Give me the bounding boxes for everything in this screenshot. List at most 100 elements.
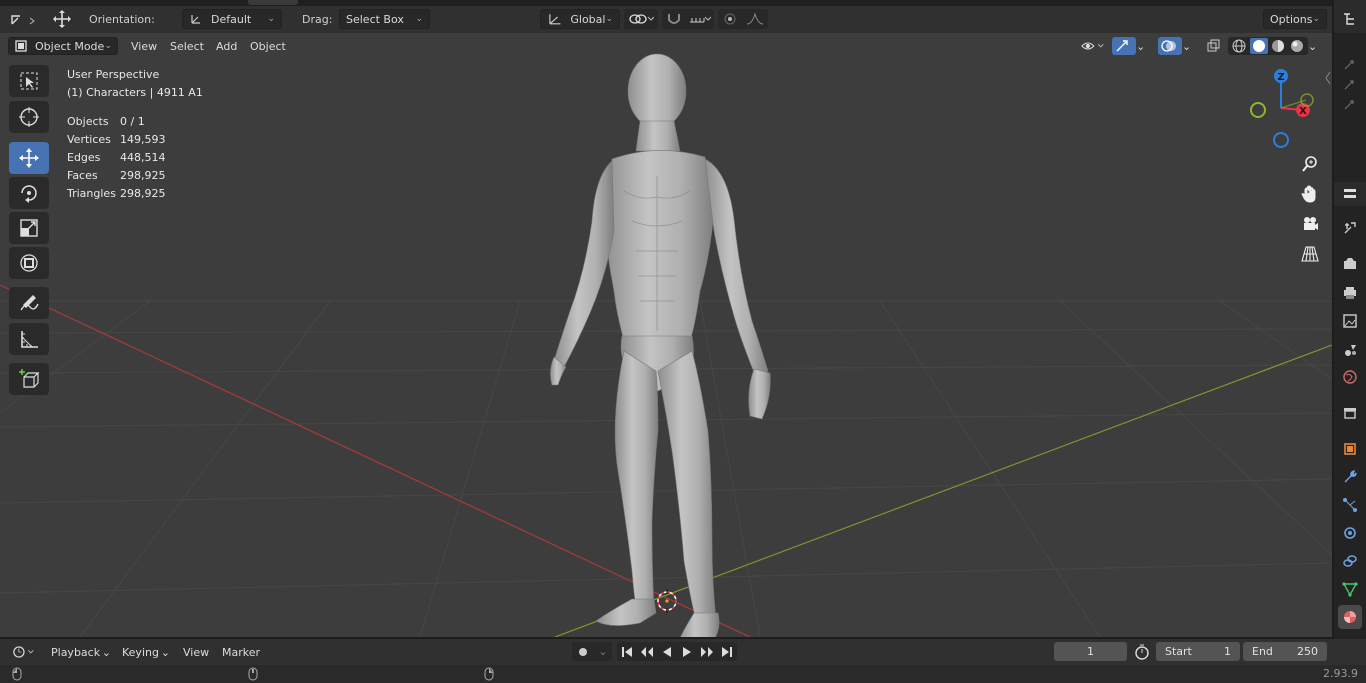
tab-data[interactable] (1338, 577, 1362, 601)
sidebar-toggle[interactable] (1320, 50, 1334, 110)
solid-shading-button[interactable] (1249, 38, 1268, 54)
pan-button[interactable] (1296, 180, 1324, 208)
scale-icon (20, 219, 38, 237)
perspective-toggle-button[interactable] (1296, 240, 1324, 268)
overlay-toggle[interactable] (1158, 37, 1182, 55)
auto-keying-options[interactable]: ⌄ (594, 642, 612, 661)
zoom-button[interactable] (1296, 150, 1324, 178)
tab-object[interactable] (1338, 437, 1362, 461)
ruler-icon (21, 331, 38, 348)
start-frame-field[interactable]: Start 1 (1156, 642, 1240, 661)
xray-toggle[interactable] (1204, 37, 1226, 55)
3d-cursor-icon[interactable] (655, 589, 679, 613)
end-frame-field[interactable]: End 250 (1243, 642, 1327, 661)
cursor-tool[interactable] (9, 101, 49, 133)
particles-icon (1343, 498, 1357, 512)
menu-object[interactable]: Object (245, 37, 291, 55)
jump-start-button[interactable] (617, 642, 637, 661)
options-label: Options (1270, 12, 1313, 26)
move-tool[interactable] (9, 142, 49, 174)
timeline-header: Playback ⌄ Keying ⌄ View Marker ⌄ 1 Start … (0, 639, 1366, 665)
tab-scene[interactable] (1338, 338, 1362, 362)
tab-physics[interactable] (1338, 521, 1362, 545)
neg-y-axis-handle[interactable] (1250, 102, 1266, 118)
jump-keyframe-back-button[interactable] (637, 642, 657, 661)
gizmo-toggle[interactable] (1112, 37, 1136, 55)
transform-tool[interactable] (9, 247, 49, 279)
view-name: User Perspective (67, 68, 160, 81)
object-icon (1344, 443, 1356, 455)
current-frame-field[interactable]: 1 (1054, 642, 1127, 661)
drag-dropdown[interactable]: Select Box ⌄ (339, 9, 430, 29)
snap-group[interactable] (662, 9, 714, 29)
render-camera-icon (1344, 258, 1356, 269)
tab-tool[interactable] (1338, 216, 1362, 240)
proportional-editing-group[interactable] (718, 9, 768, 29)
camera-view-button[interactable] (1296, 210, 1324, 238)
object-mode-dropdown[interactable]: Object Mode ⌄ (8, 37, 118, 55)
y-axis-handle[interactable] (1300, 93, 1314, 107)
play-reverse-button[interactable] (657, 642, 677, 661)
tab-constraints[interactable] (1338, 549, 1362, 573)
menu-select[interactable]: Select (165, 37, 209, 55)
wireframe-shading-icon[interactable] (1231, 38, 1247, 54)
preview-range-button[interactable] (1134, 644, 1150, 663)
editor-type-button[interactable] (1338, 7, 1362, 31)
rendered-shading-icon[interactable] (1289, 38, 1305, 54)
editor-type-dropdown[interactable] (8, 643, 40, 661)
snap-increment-icon[interactable] (689, 12, 711, 26)
menu-timeline-view[interactable]: View (178, 643, 214, 661)
outliner-restrict-icon-3[interactable] (1338, 92, 1362, 116)
select-box-tool[interactable] (9, 65, 49, 97)
annotate-tool[interactable] (9, 287, 49, 319)
link-icon (629, 14, 654, 24)
proportional-edit-icon[interactable] (723, 12, 737, 26)
scale-tool[interactable] (9, 212, 49, 244)
menu-playback[interactable]: Playback ⌄ (46, 643, 116, 661)
orientation-dropdown[interactable]: Default ⌄ (182, 9, 282, 29)
tab-collection[interactable] (1338, 401, 1362, 425)
physics-icon (1344, 527, 1356, 539)
overlay-icon (1161, 40, 1176, 52)
overlay-options[interactable]: ⌄ (1182, 37, 1198, 55)
pivot-point-dropdown[interactable] (624, 9, 658, 29)
falloff-curve-icon[interactable] (746, 12, 764, 26)
character-model[interactable] (540, 51, 790, 637)
workspace-tab[interactable] (248, 0, 298, 5)
rotate-tool[interactable] (9, 177, 49, 209)
measure-tool[interactable] (9, 323, 49, 355)
transform-pivot-button[interactable] (8, 9, 42, 29)
move-gizmo-icon[interactable] (50, 9, 76, 29)
stat-row-triangles: Triangles 298,925 (67, 185, 203, 203)
end-value: 250 (1297, 645, 1318, 658)
tab-modifiers[interactable] (1338, 465, 1362, 489)
menu-add[interactable]: Add (211, 37, 242, 55)
tab-output[interactable] (1338, 281, 1362, 305)
menu-keying[interactable]: Keying ⌄ (117, 643, 175, 661)
menu-playback-label: Playback (51, 645, 101, 659)
menu-view[interactable]: View (126, 37, 162, 55)
navigation-gizmo[interactable]: Z X (1240, 64, 1320, 154)
magnet-icon[interactable] (666, 12, 682, 26)
jump-keyframe-forward-button[interactable] (697, 642, 717, 661)
visibility-dropdown[interactable] (1076, 37, 1110, 55)
tab-material[interactable] (1338, 605, 1362, 629)
options-dropdown[interactable]: Options ⌄ (1263, 9, 1327, 29)
neg-z-axis-handle[interactable] (1273, 132, 1289, 148)
add-cube-tool[interactable] (9, 363, 49, 395)
material-shading-icon[interactable] (1270, 38, 1286, 54)
stat-row-faces: Faces 298,925 (67, 167, 203, 185)
tab-particles[interactable] (1338, 493, 1362, 517)
menu-marker[interactable]: Marker (217, 643, 265, 661)
tab-view-layer[interactable] (1338, 309, 1362, 333)
properties-editor-button[interactable] (1338, 182, 1362, 206)
tab-world[interactable] (1338, 365, 1362, 389)
auto-keying-button[interactable] (572, 642, 594, 661)
jump-end-button[interactable] (717, 642, 737, 661)
gizmo-options[interactable]: ⌄ (1136, 37, 1152, 55)
play-button[interactable] (677, 642, 697, 661)
shading-mode-group[interactable] (1228, 37, 1308, 55)
tab-render[interactable] (1338, 252, 1362, 276)
transform-space-dropdown[interactable]: Global ⌄ (540, 9, 620, 29)
play-icon (683, 646, 691, 657)
